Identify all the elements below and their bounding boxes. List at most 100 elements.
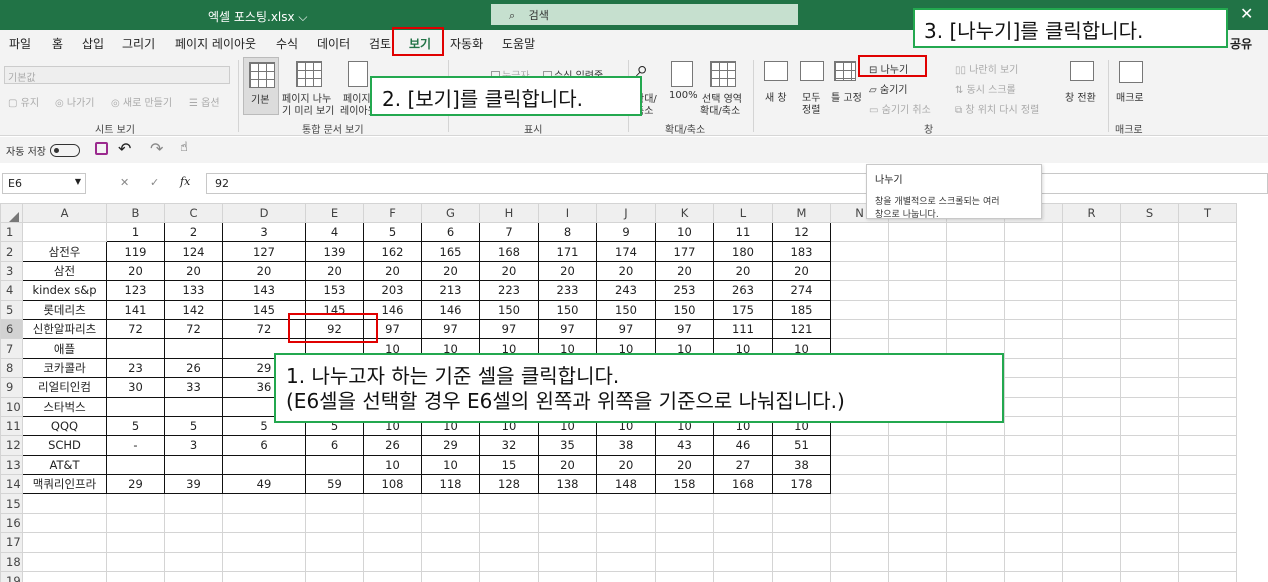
cell-s4[interactable]	[1120, 280, 1179, 301]
column-header-d[interactable]: D	[222, 203, 306, 223]
cell-m17[interactable]	[772, 532, 831, 553]
tab-draw[interactable]: 그리기	[122, 35, 155, 52]
share-button[interactable]: 공유	[1230, 35, 1252, 52]
cell-n2[interactable]	[830, 241, 889, 262]
cell-a2[interactable]: 삼전우	[22, 241, 107, 262]
cell-t3[interactable]	[1178, 260, 1237, 282]
cell-o4[interactable]	[888, 280, 947, 301]
cell-f17[interactable]	[363, 532, 422, 553]
cell-p4[interactable]	[946, 280, 1005, 301]
cell-f16[interactable]	[363, 512, 422, 534]
cell-j19[interactable]	[596, 571, 656, 582]
cell-i4[interactable]: 233	[538, 280, 597, 301]
cell-k17[interactable]	[655, 532, 714, 553]
cell-c4[interactable]: 133	[164, 280, 223, 301]
cell-f15[interactable]	[363, 493, 422, 514]
cell-s9[interactable]	[1120, 377, 1179, 398]
normal-view-button[interactable]: 기본	[243, 57, 279, 115]
cell-r3[interactable]	[1062, 260, 1121, 282]
cell-t19[interactable]	[1178, 571, 1237, 582]
cell-c1[interactable]: 2	[164, 221, 223, 243]
cell-s18[interactable]	[1120, 551, 1179, 573]
cell-n18[interactable]	[830, 551, 889, 573]
cell-p1[interactable]	[946, 221, 1005, 243]
cell-r9[interactable]	[1062, 377, 1121, 398]
cell-k18[interactable]	[655, 551, 714, 573]
cell-q4[interactable]	[1004, 280, 1063, 301]
cell-q1[interactable]	[1004, 221, 1063, 243]
cell-r18[interactable]	[1062, 551, 1121, 573]
cell-p2[interactable]	[946, 241, 1005, 262]
insert-function-icon[interactable]: fx	[180, 175, 190, 188]
redo-icon[interactable]: ↷	[150, 139, 163, 158]
cell-l14[interactable]: 168	[713, 474, 773, 495]
cell-l1[interactable]: 11	[713, 221, 773, 243]
cell-l4[interactable]: 263	[713, 280, 773, 301]
cell-h4[interactable]: 223	[479, 280, 539, 301]
cell-s8[interactable]	[1120, 357, 1179, 379]
cell-b8[interactable]: 23	[106, 357, 165, 379]
cell-k15[interactable]	[655, 493, 714, 514]
cell-f13[interactable]: 10	[363, 454, 422, 476]
cell-n1[interactable]	[830, 221, 889, 243]
cell-a13[interactable]: AT&T	[22, 454, 107, 476]
tab-help[interactable]: 도움말	[502, 35, 535, 52]
cell-b17[interactable]	[106, 532, 165, 553]
cell-f4[interactable]: 203	[363, 280, 422, 301]
cell-r12[interactable]	[1062, 435, 1121, 456]
switch-windows-button[interactable]: 창 전환	[1062, 57, 1102, 115]
cell-c10[interactable]	[164, 396, 223, 417]
cell-l18[interactable]	[713, 551, 773, 573]
cell-c2[interactable]: 124	[164, 241, 223, 262]
cell-o15[interactable]	[888, 493, 947, 514]
cell-f14[interactable]: 108	[363, 474, 422, 495]
sheet-view-dropdown[interactable]: 기본값	[4, 66, 230, 84]
hide-button[interactable]: ▱ 숨기기	[869, 81, 907, 96]
cell-g6[interactable]: 97	[421, 318, 480, 340]
close-icon[interactable]: ✕	[1240, 4, 1253, 23]
row-header[interactable]: 18	[0, 551, 23, 573]
cell-m18[interactable]	[772, 551, 831, 573]
row-header[interactable]: 1	[0, 221, 23, 243]
cell-a8[interactable]: 코카콜라	[22, 357, 107, 379]
column-header-j[interactable]: J	[596, 203, 656, 223]
cell-s15[interactable]	[1120, 493, 1179, 514]
autosave-toggle[interactable]: 자동 저장	[6, 143, 80, 158]
row-header[interactable]: 9	[0, 377, 23, 398]
row-header[interactable]: 10	[0, 396, 23, 417]
cell-k13[interactable]: 20	[655, 454, 714, 476]
cell-b19[interactable]	[106, 571, 165, 582]
cell-i13[interactable]: 20	[538, 454, 597, 476]
cell-i17[interactable]	[538, 532, 597, 553]
cell-l5[interactable]: 175	[713, 299, 773, 320]
cell-k16[interactable]	[655, 512, 714, 534]
cell-g19[interactable]	[421, 571, 480, 582]
cell-h19[interactable]	[479, 571, 539, 582]
cell-m14[interactable]: 178	[772, 474, 831, 495]
row-header[interactable]: 13	[0, 454, 23, 476]
cell-i12[interactable]: 35	[538, 435, 597, 456]
cell-m1[interactable]: 12	[772, 221, 831, 243]
cell-k4[interactable]: 253	[655, 280, 714, 301]
cell-a16[interactable]	[22, 512, 107, 534]
cell-s16[interactable]	[1120, 512, 1179, 534]
reset-window-position-button[interactable]: ⧉ 창 위치 다시 정렬	[955, 101, 1039, 116]
cell-o3[interactable]	[888, 260, 947, 282]
undo-icon[interactable]: ↶	[118, 139, 131, 158]
cell-c3[interactable]: 20	[164, 260, 223, 282]
cell-o13[interactable]	[888, 454, 947, 476]
cell-f2[interactable]: 162	[363, 241, 422, 262]
row-header[interactable]: 17	[0, 532, 23, 553]
cell-r14[interactable]	[1062, 474, 1121, 495]
tab-formulas[interactable]: 수식	[276, 35, 298, 52]
cell-o1[interactable]	[888, 221, 947, 243]
column-header-k[interactable]: K	[655, 203, 714, 223]
enter-icon[interactable]: ✓	[150, 176, 159, 189]
cell-a18[interactable]	[22, 551, 107, 573]
cell-c18[interactable]	[164, 551, 223, 573]
column-header-a[interactable]: A	[22, 203, 107, 223]
cell-q19[interactable]	[1004, 571, 1063, 582]
cell-a1[interactable]	[22, 221, 107, 243]
row-header[interactable]: 3	[0, 260, 23, 282]
cell-a4[interactable]: kindex s&p	[22, 280, 107, 301]
